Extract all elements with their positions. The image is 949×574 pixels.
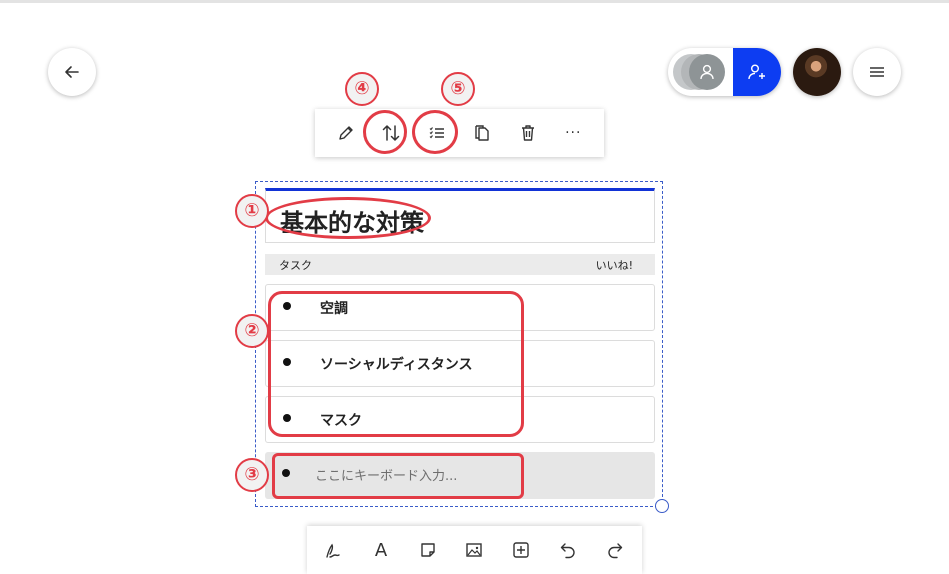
annotation-number: ① (235, 194, 269, 228)
annotation-number: ③ (235, 458, 269, 492)
sort-arrows-icon (383, 125, 400, 141)
menu-button[interactable] (853, 48, 901, 96)
new-task-input[interactable] (313, 464, 637, 488)
edit-button[interactable] (330, 117, 362, 149)
top-divider (0, 0, 949, 3)
hamburger-icon (870, 67, 884, 77)
task-label: マスク (320, 413, 362, 429)
card-title[interactable]: 基本的な対策 (265, 188, 655, 243)
image-button[interactable] (459, 535, 489, 565)
more-icon: ··· (565, 125, 582, 141)
delete-button[interactable] (512, 117, 544, 149)
copy-icon (475, 125, 489, 141)
back-button[interactable] (48, 48, 96, 96)
image-icon (466, 543, 483, 557)
more-button[interactable]: ··· (557, 117, 589, 149)
column-header: タスク いいね! (265, 254, 655, 275)
bullet-icon (283, 358, 291, 366)
pencil-icon (339, 126, 353, 140)
column-header-like: いいね! (595, 258, 633, 272)
undo-button[interactable] (553, 535, 583, 565)
text-icon: A (374, 539, 388, 561)
collaborators-pill[interactable] (668, 48, 781, 96)
annotation-number: ④ (345, 72, 379, 106)
sticky-note-icon (421, 543, 435, 557)
redo-icon (607, 543, 622, 559)
checklist-button[interactable] (421, 117, 453, 149)
resize-handle[interactable] (655, 499, 669, 513)
pen-icon (326, 543, 341, 558)
text-tool-button[interactable]: A (366, 535, 396, 565)
add-box-icon (513, 542, 529, 558)
add-person-icon (748, 64, 765, 80)
pen-tool-button[interactable] (319, 535, 349, 565)
add-collaborator-button[interactable] (733, 48, 781, 96)
add-button[interactable] (506, 535, 536, 565)
arrow-left-icon (65, 66, 79, 78)
task-label: ソーシャルディスタンス (320, 357, 473, 373)
bullet-icon (283, 414, 291, 422)
bottom-toolbar: A (307, 526, 642, 574)
trash-icon (521, 125, 534, 141)
person-icon (700, 64, 714, 80)
copy-button[interactable] (466, 117, 498, 149)
annotation-number: ⑤ (441, 72, 475, 106)
bullet-icon (283, 302, 291, 310)
collaborator-avatar[interactable] (689, 54, 725, 90)
bullet-icon (282, 469, 290, 477)
annotation-number: ② (235, 314, 269, 348)
task-row[interactable]: ソーシャルディスタンス (265, 340, 655, 387)
card-toolbar: ··· (315, 109, 604, 157)
user-avatar[interactable] (793, 48, 841, 96)
sort-button[interactable] (375, 117, 407, 149)
column-header-task: タスク (279, 258, 312, 272)
task-row[interactable]: マスク (265, 396, 655, 443)
checklist-icon (429, 127, 444, 139)
task-label: 空調 (320, 301, 348, 317)
card-title-text: 基本的な対策 (280, 209, 424, 237)
redo-button[interactable] (600, 535, 630, 565)
task-row[interactable]: 空調 (265, 284, 655, 331)
new-task-row (265, 452, 655, 499)
undo-icon (560, 543, 575, 559)
sticky-note-button[interactable] (413, 535, 443, 565)
